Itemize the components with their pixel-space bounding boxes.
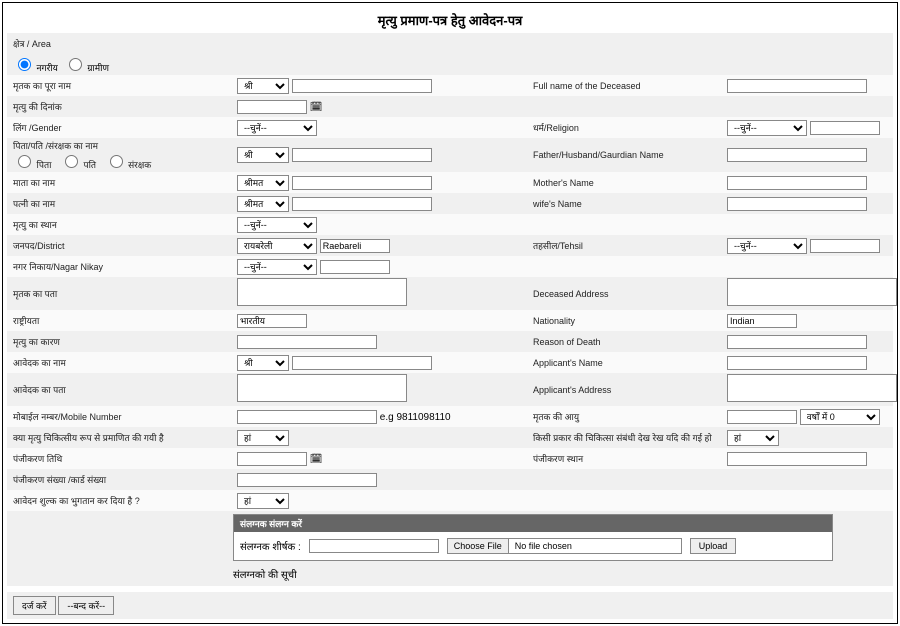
district-en-input[interactable] [320, 239, 390, 253]
deceased-addr-label: मृतक का पता [7, 287, 233, 300]
medical-care-select[interactable]: हां [727, 430, 779, 446]
age-label: मृतक की आयु [527, 410, 723, 423]
gender-select[interactable]: --चुनें-- [237, 120, 317, 136]
nationality-label: राष्ट्रीयता [7, 314, 233, 327]
calendar-icon[interactable]: 🗓 [310, 102, 323, 113]
applicant-name-input[interactable] [292, 356, 432, 370]
deceased-prefix-select[interactable]: श्री [237, 78, 289, 94]
reason-input[interactable] [237, 335, 377, 349]
file-status-text: No file chosen [509, 539, 681, 553]
death-place-label: मृत्यु का स्थान [7, 218, 233, 231]
tehsil-en-input[interactable] [810, 239, 880, 253]
area-urban-radio[interactable]: नगरीय [13, 55, 58, 74]
gender-label: लिंग /Gender [7, 121, 233, 134]
age-unit-select[interactable]: वर्षों में 0 [800, 409, 880, 425]
wife-en-label: wife's Name [527, 199, 723, 209]
deceased-addr-en-label: Deceased Address [527, 289, 723, 299]
page-title: मृत्यु प्रमाण-पत्र हेतु आवेदन-पत्र [7, 11, 893, 29]
guardian-name-input[interactable] [292, 148, 432, 162]
reg-number-label: पंजीकरण संख्या /कार्ड संख्या [7, 473, 233, 486]
file-input[interactable]: Choose File No file chosen [447, 538, 682, 554]
attachment-header: संलग्नक संलग्न करें [234, 515, 832, 532]
fee-paid-label: आवेदन शुल्क का भुगतान कर दिया है ? [7, 494, 233, 507]
religion-other-input[interactable] [810, 121, 880, 135]
applicant-name-en-input[interactable] [727, 356, 867, 370]
father-radio[interactable]: पिता [13, 160, 51, 170]
applicant-prefix-select[interactable]: श्री [237, 355, 289, 371]
guardian-name-en-input[interactable] [727, 148, 867, 162]
tehsil-label: तहसील/Tehsil [527, 239, 723, 252]
applicant-addr-en-label: Applicant's Address [527, 385, 723, 395]
attachment-title-label: संलग्नक शीर्षक : [240, 539, 301, 553]
attachment-title-input[interactable] [309, 539, 439, 553]
district-label: जनपद/District [7, 239, 233, 252]
fee-paid-select[interactable]: हां [237, 493, 289, 509]
deceased-addr-en-input[interactable] [727, 278, 897, 306]
choose-file-button[interactable]: Choose File [448, 539, 509, 553]
guardian-en-label: Father/Husband/Gaurdian Name [527, 150, 723, 160]
nikay-select[interactable]: --चुनें-- [237, 259, 317, 275]
reg-date-label: पंजीकरण तिथि [7, 452, 233, 465]
death-date-label: मृत्यु की दिनांक [7, 100, 233, 113]
district-select[interactable]: रायबरेली [237, 238, 317, 254]
mother-name-input[interactable] [292, 176, 432, 190]
close-button[interactable]: --बन्द करें-- [58, 596, 114, 615]
reason-en-input[interactable] [727, 335, 867, 349]
deceased-name-label: मृतक का पूरा नाम [7, 79, 233, 92]
medically-certified-select[interactable]: हां [237, 430, 289, 446]
nikay-label: नगर निकाय/Nagar Nikay [7, 260, 233, 273]
mobile-label: मोबाईल नम्बर/Mobile Number [7, 410, 233, 423]
calendar-icon[interactable]: 🗓 [310, 454, 323, 465]
submit-button[interactable]: दर्ज करें [13, 596, 56, 615]
reg-place-input[interactable] [727, 452, 867, 466]
applicant-name-label: आवेदक का नाम [7, 356, 233, 369]
mother-label: माता का नाम [7, 176, 233, 189]
mobile-input[interactable] [237, 410, 377, 424]
guardian-prefix-select[interactable]: श्री [237, 147, 289, 163]
upload-button[interactable]: Upload [690, 538, 737, 554]
tehsil-select[interactable]: --चुनें-- [727, 238, 807, 254]
deceased-name-en-label: Full name of the Deceased [527, 81, 723, 91]
husband-radio[interactable]: पति [60, 160, 96, 170]
attachment-list-label: संलग्नको की सूची [233, 563, 833, 585]
deceased-addr-input[interactable] [237, 278, 407, 306]
reason-label: मृत्यु का कारण [7, 335, 233, 348]
mother-prefix-select[interactable]: श्रीमत [237, 175, 289, 191]
wife-name-en-input[interactable] [727, 197, 867, 211]
deceased-name-input[interactable] [292, 79, 432, 93]
guardian-radio[interactable]: संरक्षक [105, 160, 152, 170]
applicant-addr-label: आवेदक का पता [7, 383, 233, 396]
religion-label: धर्म/Religion [527, 121, 723, 134]
nationality-input[interactable] [237, 314, 307, 328]
mobile-hint: e.g 9811098110 [380, 412, 451, 423]
wife-name-input[interactable] [292, 197, 432, 211]
nikay-en-input[interactable] [320, 260, 390, 274]
medical-care-label: किसी प्रकार की चिकित्सा संबंधी देख रेख य… [527, 431, 723, 444]
death-date-input[interactable] [237, 100, 307, 114]
nationality-en-input[interactable] [727, 314, 797, 328]
reg-date-input[interactable] [237, 452, 307, 466]
death-place-select[interactable]: --चुनें-- [237, 217, 317, 233]
reg-place-label: पंजीकरण स्थान [527, 452, 723, 465]
age-input[interactable] [727, 410, 797, 424]
area-rural-radio[interactable]: ग्रामीण [64, 55, 109, 74]
area-label: क्षेत्र / Area [7, 37, 233, 50]
deceased-name-en-input[interactable] [727, 79, 867, 93]
mother-name-en-input[interactable] [727, 176, 867, 190]
religion-select[interactable]: --चुनें-- [727, 120, 807, 136]
nationality-en-label: Nationality [527, 316, 723, 326]
applicant-name-en-label: Applicant's Name [527, 358, 723, 368]
wife-prefix-select[interactable]: श्रीमत [237, 196, 289, 212]
wife-label: पत्नी का नाम [7, 197, 233, 210]
medically-certified-label: क्या मृत्यु चिकित्सीय रूप से प्रमाणित की… [7, 431, 233, 444]
applicant-addr-input[interactable] [237, 374, 407, 402]
reg-number-input[interactable] [237, 473, 377, 487]
applicant-addr-en-input[interactable] [727, 374, 897, 402]
reason-en-label: Reason of Death [527, 337, 723, 347]
guardian-label: पिता/पति /संरक्षक का नाम पिता पति संरक्ष… [7, 139, 233, 171]
mother-en-label: Mother's Name [527, 178, 723, 188]
